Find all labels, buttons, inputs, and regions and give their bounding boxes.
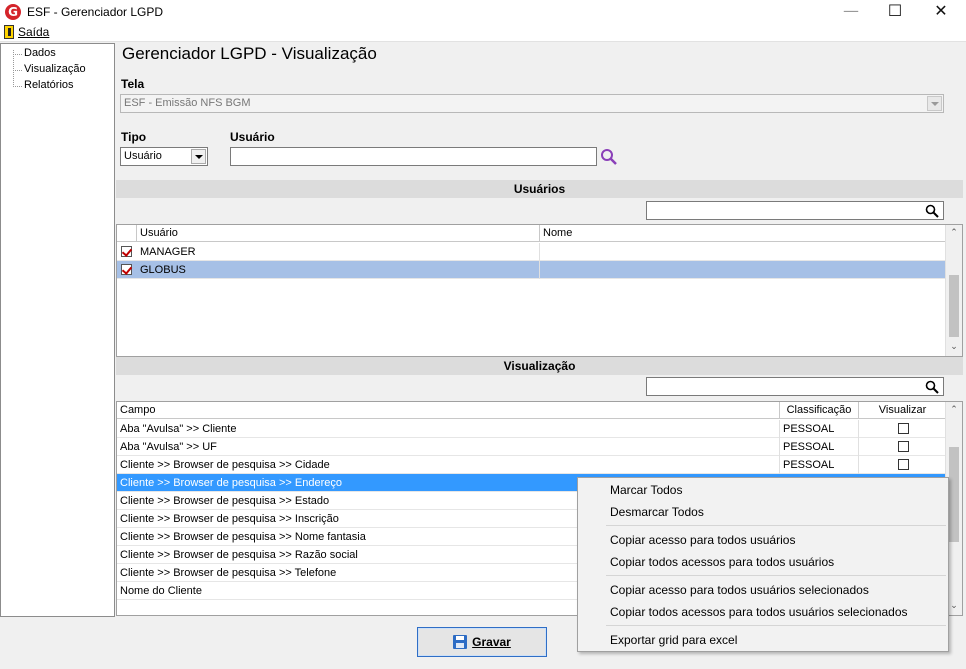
chevron-down-icon[interactable] — [191, 149, 206, 164]
usuario-input[interactable] — [230, 147, 597, 166]
menu-item-copiar-acesso-selecionados[interactable]: Copiar acesso para todos usuários seleci… — [610, 583, 869, 597]
menu-saida[interactable]: Saída — [4, 25, 49, 39]
column-header-check — [117, 225, 137, 242]
title-bar: G ESF - Gerenciador LGPD — ☐ ✕ — [0, 0, 966, 24]
table-row[interactable]: Aba "Avulsa" >> Cliente PESSOAL — [117, 420, 946, 438]
cell-classificacao: PESSOAL — [780, 438, 859, 456]
save-disk-icon — [453, 635, 468, 649]
tree-item-visualizacao[interactable]: Visualização — [24, 63, 86, 75]
search-icon[interactable] — [925, 204, 939, 218]
tela-label: Tela — [121, 77, 145, 91]
maximize-button[interactable]: ☐ — [872, 0, 918, 24]
usuarios-scrollbar[interactable]: ⌃ ⌄ — [945, 225, 962, 356]
cell-campo: Cliente >> Browser de pesquisa >> Cidade — [117, 456, 780, 474]
scroll-up-icon[interactable]: ⌃ — [949, 405, 959, 415]
menu-saida-label: Saída — [18, 25, 50, 39]
column-header-classificacao[interactable]: Classificação — [780, 402, 859, 419]
tipo-select-value: Usuário — [124, 150, 162, 162]
scroll-down-icon[interactable]: ⌄ — [949, 601, 959, 611]
table-row[interactable]: Cliente >> Browser de pesquisa >> Cidade… — [117, 456, 946, 474]
page-title: Gerenciador LGPD - Visualização — [122, 44, 377, 63]
gravar-button[interactable]: Gravar — [417, 627, 547, 657]
visualizar-checkbox[interactable] — [898, 441, 909, 452]
usuarios-section-header: Usuários — [116, 180, 963, 198]
menu-item-marcar-todos[interactable]: Marcar Todos — [610, 483, 682, 497]
table-row[interactable]: MANAGER — [117, 243, 946, 261]
scroll-thumb[interactable] — [949, 275, 959, 337]
tree-connector — [13, 70, 22, 71]
tela-select-value: ESF - Emissão NFS BGM — [124, 97, 251, 109]
checkbox[interactable] — [121, 264, 132, 275]
menu-separator — [606, 525, 946, 526]
column-header-campo[interactable]: Campo — [117, 402, 780, 419]
visualizar-checkbox[interactable] — [898, 423, 909, 434]
tree-item-relatorios[interactable]: Relatórios — [24, 79, 74, 91]
tipo-select[interactable]: Usuário — [120, 147, 208, 166]
menu-separator — [606, 625, 946, 626]
menu-bar: Saída — [0, 24, 966, 42]
usuarios-grid: Usuário Nome MANAGER GLOBUS ⌃ ⌄ — [116, 224, 963, 357]
navigation-tree: Dados Visualização Relatórios — [0, 43, 115, 617]
cell-nome — [540, 243, 946, 261]
menu-item-copiar-acesso-todos[interactable]: Copiar acesso para todos usuários — [610, 533, 795, 547]
usuarios-filter-input[interactable] — [646, 201, 944, 220]
visualizar-checkbox[interactable] — [898, 459, 909, 470]
context-menu: Marcar Todos Desmarcar Todos Copiar aces… — [577, 477, 949, 652]
search-icon[interactable] — [925, 380, 939, 394]
tree-connector — [13, 86, 22, 87]
menu-separator — [606, 575, 946, 576]
tree-connector — [13, 50, 14, 87]
tela-select[interactable]: ESF - Emissão NFS BGM — [120, 94, 944, 113]
exit-door-icon — [4, 25, 14, 39]
close-button[interactable]: ✕ — [918, 0, 964, 24]
usuarios-grid-header: Usuário Nome — [117, 225, 946, 242]
menu-item-copiar-todos-acessos-selecionados[interactable]: Copiar todos acessos para todos usuários… — [610, 605, 908, 619]
app-logo-icon: G — [5, 4, 21, 20]
checkbox[interactable] — [121, 246, 132, 257]
visualizacao-grid-header: Campo Classificação Visualizar — [117, 402, 946, 419]
scroll-thumb[interactable] — [949, 447, 959, 542]
cell-usuario: MANAGER — [137, 243, 540, 261]
tree-item-dados[interactable]: Dados — [24, 47, 56, 59]
cell-usuario: GLOBUS — [137, 261, 540, 279]
scroll-up-icon[interactable]: ⌃ — [949, 228, 959, 238]
menu-item-copiar-todos-acessos-todos[interactable]: Copiar todos acessos para todos usuários — [610, 555, 834, 569]
visualizacao-section-header: Visualização — [116, 357, 963, 375]
gravar-label: Gravar — [472, 635, 511, 649]
table-row[interactable]: Aba "Avulsa" >> UF PESSOAL — [117, 438, 946, 456]
cell-campo: Aba "Avulsa" >> Cliente — [117, 420, 780, 438]
column-header-usuario[interactable]: Usuário — [137, 225, 540, 242]
cell-nome — [540, 261, 946, 279]
window-title: ESF - Gerenciador LGPD — [27, 5, 164, 19]
column-header-nome[interactable]: Nome — [540, 225, 946, 242]
usuario-label: Usuário — [230, 130, 275, 144]
search-icon[interactable] — [599, 148, 619, 166]
minimize-button[interactable]: — — [828, 0, 874, 24]
menu-item-exportar-excel[interactable]: Exportar grid para excel — [610, 633, 737, 647]
cell-classificacao: PESSOAL — [780, 420, 859, 438]
menu-item-desmarcar-todos[interactable]: Desmarcar Todos — [610, 505, 704, 519]
scroll-down-icon[interactable]: ⌄ — [949, 342, 959, 352]
chevron-down-icon[interactable] — [927, 96, 942, 111]
tree-connector — [13, 54, 22, 55]
table-row[interactable]: GLOBUS — [117, 261, 946, 279]
visualizacao-filter-input[interactable] — [646, 377, 944, 396]
tipo-label: Tipo — [121, 130, 147, 144]
column-header-visualizar[interactable]: Visualizar — [859, 402, 946, 419]
cell-classificacao: PESSOAL — [780, 456, 859, 474]
cell-campo: Aba "Avulsa" >> UF — [117, 438, 780, 456]
